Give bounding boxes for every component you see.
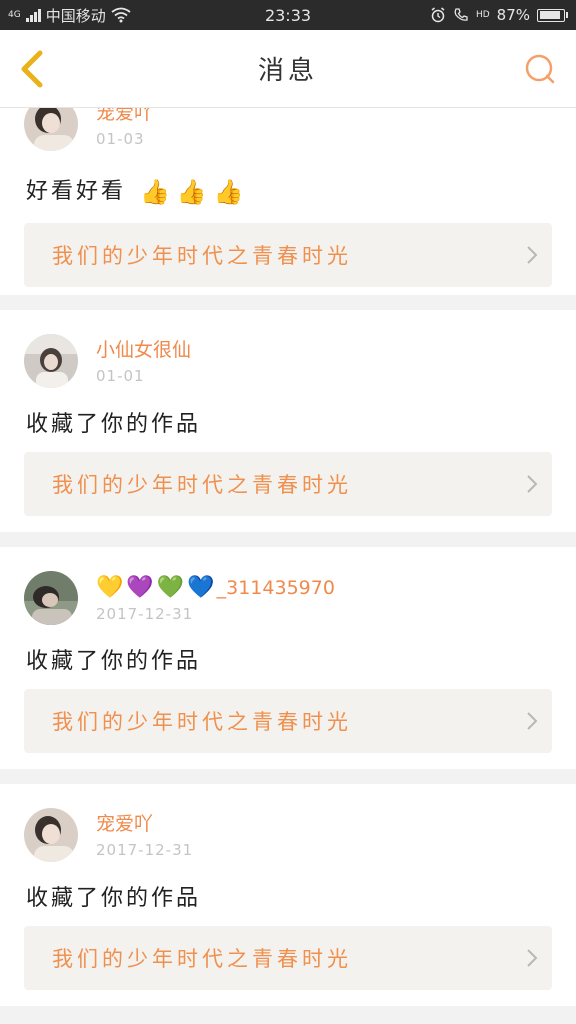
header: 消息 <box>0 30 576 108</box>
status-left: 4G 中国移动 <box>8 5 430 26</box>
user-meta: 宠爱吖 01-03 <box>96 108 153 148</box>
chevron-left-icon <box>21 50 43 88</box>
work-title: 我们的少年时代之青春时光 <box>52 947 352 971</box>
message-text-row: 好看好看 👍 👍 👍 <box>26 173 247 206</box>
username: _311435970 <box>216 576 335 599</box>
green-heart-icon: 💚 <box>156 575 185 600</box>
user-row: 宠爱吖 01-03 <box>24 108 153 151</box>
message-text: 收藏了你的作品 <box>26 649 202 674</box>
status-bar: 4G 中国移动 23:33 HD 87% <box>0 0 576 30</box>
list-item[interactable]: 宠爱吖 2017-12-31 收藏了你的作品 我们的少年时代之青春时光 <box>0 784 576 1006</box>
purple-heart-icon: 💜 <box>126 575 154 600</box>
network-tag: 4G <box>8 9 21 20</box>
username-row[interactable]: 💛 💜 💚 💙 _311435970 <box>96 575 335 600</box>
work-link[interactable]: 我们的少年时代之青春时光 <box>24 689 552 753</box>
list-item[interactable]: 宠爱吖 01-03 好看好看 👍 👍 👍 我们的少年时代之青春时光 <box>0 108 576 295</box>
message-date: 01-01 <box>96 367 145 385</box>
list-item[interactable]: 小仙女很仙 01-01 收藏了你的作品 我们的少年时代之青春时光 <box>0 310 576 532</box>
signal-icon <box>25 8 41 22</box>
work-link[interactable]: 我们的少年时代之青春时光 <box>24 926 552 990</box>
message-feed[interactable]: 宠爱吖 01-03 好看好看 👍 👍 👍 我们的少年时代之青春时光 小仙女很仙 … <box>0 108 576 1024</box>
search-icon <box>525 54 555 84</box>
chevron-right-icon <box>512 689 552 753</box>
heart-emojis: 💛 💜 💚 💙 <box>96 575 215 600</box>
avatar[interactable] <box>24 571 78 625</box>
username[interactable]: 小仙女很仙 <box>96 338 191 362</box>
message-date: 2017-12-31 <box>96 841 194 859</box>
username[interactable]: 宠爱吖 <box>96 108 153 125</box>
alarm-icon <box>431 7 445 23</box>
user-row: 宠爱吖 2017-12-31 <box>24 808 193 862</box>
message-text: 收藏了你的作品 <box>26 886 202 911</box>
avatar[interactable] <box>24 108 78 151</box>
wifi-icon <box>111 7 131 23</box>
search-button[interactable] <box>522 51 558 87</box>
thumbs-up-icon: 👍 <box>176 178 210 206</box>
carrier-name: 中国移动 <box>45 6 106 25</box>
list-item[interactable]: 💛 💜 💚 💙 _311435970 2017-12-31 收藏了你的作品 我们… <box>0 547 576 769</box>
username[interactable]: 宠爱吖 <box>96 812 193 836</box>
user-meta: 宠爱吖 2017-12-31 <box>96 808 193 859</box>
user-row: 💛 💜 💚 💙 _311435970 2017-12-31 <box>24 571 335 625</box>
battery-icon <box>537 8 568 22</box>
avatar[interactable] <box>24 334 78 388</box>
blue-heart-icon: 💙 <box>187 575 215 600</box>
hd-tag: HD <box>475 9 490 20</box>
work-title: 我们的少年时代之青春时光 <box>52 473 352 497</box>
message-date: 2017-12-31 <box>96 605 194 623</box>
work-title: 我们的少年时代之青春时光 <box>52 244 352 268</box>
screen: 4G 中国移动 23:33 HD 87% 消息 宠爱吖 01-03 好看好看 👍… <box>0 0 576 1024</box>
message-text: 好看好看 <box>26 179 127 204</box>
battery-percent: 87% <box>496 6 530 24</box>
thumbs-up-emojis: 👍 👍 👍 <box>140 178 247 206</box>
work-link[interactable]: 我们的少年时代之青春时光 <box>24 452 552 516</box>
chevron-right-icon <box>512 926 552 990</box>
yellow-heart-icon: 💛 <box>96 575 124 600</box>
status-right: HD 87% <box>430 6 568 24</box>
message-date: 01-03 <box>96 130 145 148</box>
chevron-right-icon <box>512 223 552 287</box>
user-meta: 💛 💜 💚 💙 _311435970 2017-12-31 <box>96 571 335 623</box>
thumbs-up-icon: 👍 <box>140 178 173 206</box>
user-meta: 小仙女很仙 01-01 <box>96 334 191 385</box>
thumbs-up-icon: 👍 <box>213 178 247 206</box>
phone-icon <box>454 8 468 21</box>
back-button[interactable] <box>12 49 52 89</box>
page-title: 消息 <box>257 56 318 86</box>
user-row: 小仙女很仙 01-01 <box>24 334 191 388</box>
feed-list: 宠爱吖 01-03 好看好看 👍 👍 👍 我们的少年时代之青春时光 小仙女很仙 … <box>0 108 576 1006</box>
work-title: 我们的少年时代之青春时光 <box>52 710 352 734</box>
chevron-right-icon <box>512 452 552 516</box>
avatar[interactable] <box>24 808 78 862</box>
message-text: 收藏了你的作品 <box>26 412 202 437</box>
work-link[interactable]: 我们的少年时代之青春时光 <box>24 223 552 287</box>
